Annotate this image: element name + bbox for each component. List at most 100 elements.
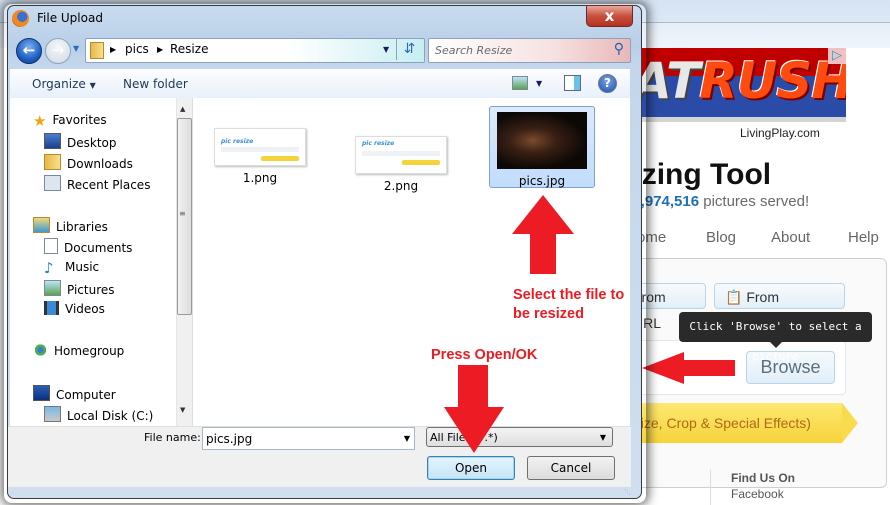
from-clipboard-button[interactable]: 📋 From Clipboard [714,283,845,331]
nav-label: Music [65,260,100,274]
nav-label: Favorites [52,113,107,127]
back-button[interactable]: ← [16,38,42,64]
videos-icon [44,301,59,315]
nav-label: Computer [56,388,116,402]
address-dropdown-icon[interactable]: ▼ [383,45,389,54]
back-arrow-icon: ← [22,41,36,59]
firefox-icon [12,10,29,27]
nav-desktop[interactable]: Desktop [44,133,117,150]
dialog-title: File Upload [37,11,103,25]
served-label: pictures served! [703,193,810,210]
file-thumbnail: pic resize [355,136,447,174]
nav-blog[interactable]: Blog [706,229,736,246]
nav-music[interactable]: ♪ Music [44,259,100,277]
file-name-combobox: ▼ [202,427,415,450]
libraries-icon [33,217,50,233]
pictures-icon [44,280,61,296]
scroll-up-icon[interactable]: ▲ [180,105,185,113]
nav-label: Downloads [67,157,133,171]
file-thumbnail [497,112,587,169]
change-view-icon[interactable] [512,76,528,90]
nav-pictures[interactable]: Pictures [44,280,115,297]
open-button[interactable]: Open [427,456,515,480]
chevron-down-icon: ▼ [599,433,606,442]
footer-heading: Find Us On [731,471,795,485]
search-box: ⚲ [428,38,631,63]
file-item[interactable]: pic resize 2.png [350,136,452,193]
nav-documents[interactable]: Documents [44,238,132,255]
local-disk-icon [44,406,61,422]
breadcrumb-arrow-icon[interactable]: ▶ [110,45,116,54]
preview-pane-icon[interactable] [564,75,581,91]
nav-videos[interactable]: Videos [44,301,105,316]
nav-favorites[interactable]: ★ Favorites [33,112,107,130]
cancel-button[interactable]: Cancel [527,456,615,480]
adchoices-icon[interactable]: ▷ [828,48,846,64]
chevron-down-icon: ▼ [89,81,96,90]
up-arrow-annotation [512,195,574,274]
file-name-dropdown-icon[interactable]: ▼ [404,434,410,443]
nav-homegroup[interactable]: Homegroup [33,343,124,358]
served-counter: 30,974,516 pictures served! [624,193,809,210]
file-item[interactable]: pic resize 1.png [209,128,311,185]
documents-icon [44,238,58,254]
ad-source-link[interactable]: LivingPlay.com [740,126,820,140]
nav-downloads[interactable]: Downloads [44,154,133,171]
homegroup-icon [33,343,48,357]
file-name: pics.jpg [518,174,566,188]
file-name: 2.png [383,179,419,193]
browse-tooltip: Click 'Browse' to select a picture [679,312,872,363]
note-line: Select the file to [513,287,625,303]
refresh-icon: ⇵ [403,41,416,57]
nav-label: Homegroup [54,344,125,358]
facebook-link[interactable]: Facebook [731,487,784,501]
nav-label: Recent Places [67,178,151,192]
file-name-label: File name: [144,431,201,444]
nav-recent-places[interactable]: Recent Places [44,175,150,192]
new-folder-button[interactable]: New folder [123,77,188,91]
resize-crop-effects-button[interactable]: esize, Crop & Special Effects) [620,403,842,443]
file-thumbnail: pic resize [214,128,306,166]
breadcrumb-arrow-icon[interactable]: ▶ [157,45,163,54]
nav-local-disk[interactable]: Local Disk (C:) [44,406,153,423]
desktop-icon [44,133,61,149]
breadcrumb-pics[interactable]: pics [125,42,149,56]
search-input[interactable] [435,39,605,62]
nav-label: Local Disk (C:) [67,409,154,423]
file-name-input[interactable] [206,428,391,449]
navigation-pane: ★ Favorites Desktop Downloads Recent Plac… [10,98,193,426]
downloads-icon [44,154,61,170]
folder-icon [90,42,104,59]
down-arrow-annotation [444,365,504,453]
nav-label: Documents [64,241,133,255]
note-line: be resized [513,306,584,322]
scroll-down-icon[interactable]: ▼ [180,406,185,414]
scroll-grip-icon: ≡ [179,209,186,218]
nav-computer[interactable]: Computer [33,385,116,402]
forward-arrow-icon: → [51,41,65,59]
clipboard-icon: 📋 [725,289,743,305]
nav-about[interactable]: About [771,229,810,246]
refresh-button[interactable]: ⇵ [396,39,422,60]
help-icon[interactable]: ? [598,74,617,93]
search-icon[interactable]: ⚲ [614,41,624,57]
breadcrumb-resize[interactable]: Resize [170,42,208,56]
file-name: 1.png [242,171,278,185]
tooltip-tail [770,342,782,348]
organize-button[interactable]: Organize ▼ [32,77,96,91]
computer-icon [33,385,50,401]
nav-label: Libraries [56,220,108,234]
forward-button[interactable]: → [45,38,71,64]
file-item-selected[interactable]: pics.jpg [489,106,595,188]
view-options-dropdown[interactable]: ▼ [536,79,542,88]
recent-locations-dropdown[interactable]: ▼ [73,44,79,53]
left-arrow-annotation [642,352,735,384]
nav-help[interactable]: Help [848,229,879,246]
music-icon: ♪ [44,259,54,277]
select-file-note: Select the file to be resized [513,286,624,324]
close-button[interactable]: x [586,5,633,27]
nav-label: Pictures [67,283,115,297]
resize-grip-icon[interactable]: ⋱ [624,488,631,496]
close-icon: x [604,7,615,25]
nav-libraries[interactable]: Libraries [33,217,108,234]
